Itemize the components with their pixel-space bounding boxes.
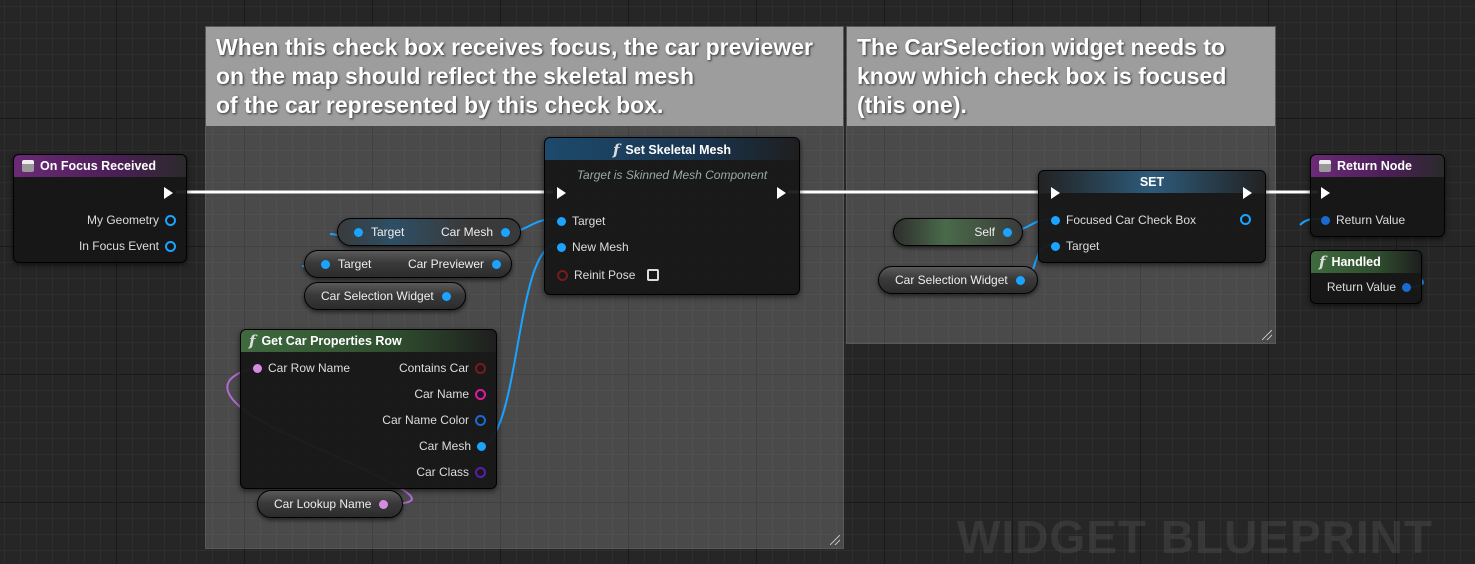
output-pin-icon[interactable] bbox=[1240, 214, 1251, 225]
struct-pin-icon bbox=[1321, 215, 1330, 225]
car-name-pin[interactable]: Car Name bbox=[414, 387, 486, 401]
pin-label: Car Class bbox=[416, 465, 469, 479]
pin-label: Target bbox=[371, 225, 405, 239]
output-pin-icon[interactable] bbox=[1003, 227, 1012, 237]
self-getter[interactable]: Self bbox=[893, 218, 1023, 246]
var-label: Car Selection Widget bbox=[321, 289, 434, 303]
reinit-pose-checkbox[interactable] bbox=[647, 269, 660, 281]
pin-label: Car Name bbox=[414, 387, 469, 401]
object-pin-icon bbox=[477, 441, 486, 451]
focused-car-check-box-pin[interactable]: Focused Car Check Box bbox=[1051, 213, 1196, 227]
name-pin-icon[interactable] bbox=[379, 499, 389, 509]
car-mesh-getter[interactable]: Target Car Mesh bbox=[337, 218, 521, 246]
pin-label: Focused Car Check Box bbox=[1066, 213, 1197, 227]
node-title: On Focus Received bbox=[14, 155, 186, 177]
node-title-text: Handled bbox=[1331, 255, 1381, 269]
in-focus-event-pin[interactable]: In Focus Event bbox=[79, 239, 176, 253]
output-pin-icon[interactable] bbox=[441, 291, 451, 301]
node-title-text: On Focus Received bbox=[40, 159, 157, 173]
event-icon bbox=[1319, 160, 1331, 172]
handled-node[interactable]: f Handled Return Value bbox=[1310, 250, 1422, 304]
exec-in-pin[interactable] bbox=[1321, 187, 1330, 199]
struct-pin-icon bbox=[475, 414, 486, 426]
car-previewer-getter[interactable]: Target Car Previewer bbox=[304, 250, 512, 278]
node-title-text: Set Skeletal Mesh bbox=[625, 143, 732, 157]
output-pin-icon[interactable] bbox=[501, 227, 510, 237]
function-icon: f bbox=[249, 332, 256, 350]
pin-label: Contains Car bbox=[398, 361, 469, 375]
get-car-properties-row-node[interactable]: f Get Car Properties Row Car Row Name Con… bbox=[240, 329, 497, 489]
set-focused-check-box-node[interactable]: SET Focused Car Check Box Target bbox=[1038, 170, 1266, 263]
event-icon bbox=[22, 160, 34, 172]
function-icon: f bbox=[1319, 253, 1326, 271]
target-pin-icon[interactable] bbox=[321, 259, 330, 269]
var-label: Self bbox=[974, 225, 995, 239]
var-label: Car Selection Widget bbox=[895, 273, 1008, 287]
node-title: f Handled bbox=[1311, 251, 1421, 273]
output-pin-icon[interactable] bbox=[492, 259, 501, 269]
pin-label: Return Value bbox=[1336, 213, 1406, 227]
var-label: Car Previewer bbox=[407, 257, 484, 271]
pin-label: Car Mesh bbox=[418, 439, 471, 453]
exec-out-pin[interactable] bbox=[164, 187, 173, 199]
node-title-text: Get Car Properties Row bbox=[261, 334, 402, 348]
exec-out-pin[interactable] bbox=[1243, 187, 1252, 199]
car-row-name-pin[interactable]: Car Row Name bbox=[253, 361, 350, 375]
object-pin-icon bbox=[1051, 241, 1060, 251]
node-title: f Set Skeletal Mesh Target is Skinned Mes… bbox=[545, 138, 799, 182]
contains-car-pin[interactable]: Contains Car bbox=[399, 361, 486, 375]
struct-pin-icon bbox=[165, 214, 176, 226]
pin-label: Car Row Name bbox=[268, 361, 351, 375]
car-selection-widget-getter-2[interactable]: Car Selection Widget bbox=[878, 266, 1038, 294]
node-title: Return Node bbox=[1311, 155, 1444, 177]
class-pin-icon bbox=[475, 466, 486, 478]
pin-label: New Mesh bbox=[572, 240, 629, 254]
target-pin[interactable]: Target bbox=[1051, 239, 1099, 253]
return-value-pin[interactable]: Return Value bbox=[1321, 213, 1405, 227]
on-focus-received-node[interactable]: On Focus Received My Geometry In Focus E… bbox=[13, 154, 187, 263]
car-lookup-name-getter[interactable]: Car Lookup Name bbox=[257, 490, 403, 518]
exec-in-pin[interactable] bbox=[1051, 187, 1060, 199]
target-pin[interactable]: Target bbox=[557, 214, 605, 228]
struct-pin-icon bbox=[1402, 282, 1411, 292]
object-pin-icon bbox=[1051, 215, 1060, 225]
new-mesh-pin[interactable]: New Mesh bbox=[557, 240, 629, 254]
pin-label: My Geometry bbox=[86, 213, 159, 227]
return-node[interactable]: Return Node Return Value bbox=[1310, 154, 1445, 237]
my-geometry-pin[interactable]: My Geometry bbox=[87, 213, 176, 227]
car-class-pin[interactable]: Car Class bbox=[416, 465, 486, 479]
car-name-color-pin[interactable]: Car Name Color bbox=[382, 413, 486, 427]
pin-label: Target bbox=[1066, 239, 1100, 253]
node-subtitle: Target is Skinned Mesh Component bbox=[576, 168, 768, 182]
output-pin-icon[interactable] bbox=[1015, 275, 1025, 285]
pin-label: Reinit Pose bbox=[574, 268, 636, 282]
node-title-text: SET bbox=[1139, 175, 1165, 189]
car-mesh-pin[interactable]: Car Mesh bbox=[419, 439, 486, 453]
set-skeletal-mesh-node[interactable]: f Set Skeletal Mesh Target is Skinned Mes… bbox=[544, 137, 800, 295]
reinit-pose-pin[interactable]: Reinit Pose bbox=[557, 268, 660, 282]
var-label: Car Lookup Name bbox=[274, 497, 372, 511]
function-icon: f bbox=[612, 141, 620, 159]
pin-label: Car Name Color bbox=[382, 413, 469, 427]
bool-pin-icon bbox=[475, 362, 486, 374]
return-value-pin[interactable]: Return Value bbox=[1327, 280, 1411, 294]
car-selection-widget-getter[interactable]: Car Selection Widget bbox=[304, 282, 466, 310]
pin-label: Return Value bbox=[1326, 280, 1396, 294]
node-title-text: Return Node bbox=[1337, 159, 1412, 173]
pin-label: Target bbox=[338, 257, 372, 271]
node-title: SET bbox=[1039, 171, 1265, 193]
var-label: Car Mesh bbox=[440, 225, 493, 239]
pin-label: Target bbox=[572, 214, 606, 228]
text-pin-icon bbox=[475, 388, 486, 400]
exec-in-pin[interactable] bbox=[557, 187, 566, 199]
node-title: f Get Car Properties Row bbox=[241, 330, 496, 352]
struct-pin-icon bbox=[165, 240, 176, 252]
target-pin-icon[interactable] bbox=[354, 227, 363, 237]
object-pin-icon bbox=[557, 216, 566, 226]
exec-out-pin[interactable] bbox=[777, 187, 786, 199]
object-pin-icon bbox=[557, 242, 566, 252]
bool-pin-icon bbox=[557, 269, 568, 281]
name-pin-icon bbox=[253, 363, 262, 373]
pin-label: In Focus Event bbox=[78, 239, 159, 253]
